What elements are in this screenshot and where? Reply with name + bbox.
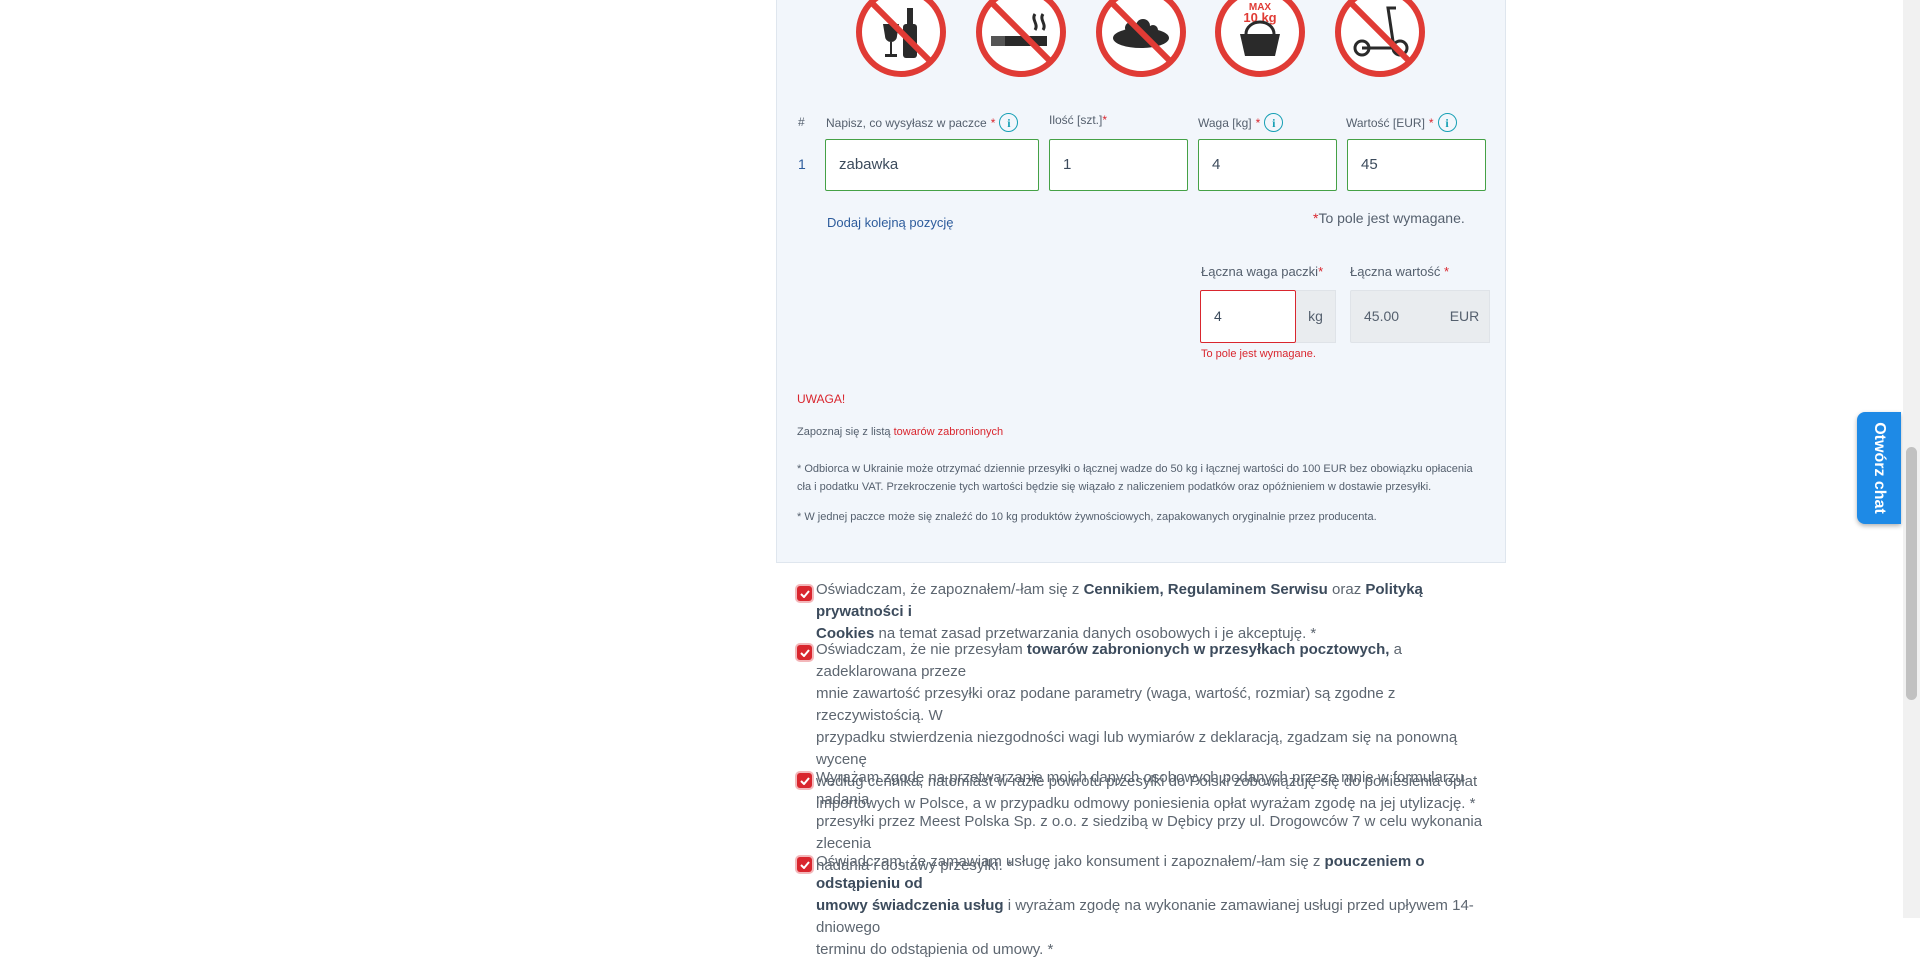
total-weight-input[interactable]: 4 (1200, 290, 1296, 343)
info-icon[interactable]: i (999, 113, 1019, 132)
service-agreement-link[interactable]: umowy świadczenia usług (816, 897, 1004, 914)
pricing-link[interactable]: Cennikiem (1084, 581, 1160, 598)
total-value-label: Łączna wartość * (1350, 264, 1450, 279)
open-chat-label: Otwórz chat (1871, 422, 1888, 514)
prohibited-goods-link[interactable]: towarów zabronionych (894, 426, 1003, 438)
food-max-weight-icon: MAX 10 kg (1215, 0, 1305, 77)
row-number-header: # (798, 115, 805, 129)
ukraine-limit-note: * Odbiorca w Ukrainie może otrzymać dzie… (797, 463, 1473, 493)
value-label: Wartość [EUR] * i (1346, 113, 1457, 132)
total-weight-label: Łączna waga paczki* (1201, 264, 1324, 279)
required-note: *To pole jest wymagane. (1313, 210, 1465, 226)
check-icon (799, 589, 810, 598)
value-input[interactable]: 45 (1347, 139, 1486, 191)
consent-terms-checkbox[interactable] (797, 586, 812, 601)
prohibited-goods-postal-link[interactable]: towarów zabronionych w przesyłkach poczt… (1027, 641, 1390, 658)
value-unit-addon: EUR (1440, 290, 1490, 343)
check-icon (799, 860, 810, 869)
weight-label: Waga [kg] * i (1198, 113, 1284, 132)
consent-withdrawal-text: Oświadczam, że zamawiam usługę jako kons… (816, 853, 1474, 958)
description-label: Napisz, co wysyłasz w paczce * i (826, 113, 1019, 132)
check-icon (799, 648, 810, 657)
weight-input[interactable]: 4 (1198, 139, 1337, 191)
total-weight-error: To pole jest wymagane. (1201, 348, 1316, 360)
regulations-link[interactable]: Regulaminem Serwisu (1168, 581, 1328, 598)
info-icon[interactable]: i (1437, 113, 1457, 132)
info-icon[interactable]: i (1264, 113, 1284, 132)
quantity-label: Ilość [szt.] * (1049, 113, 1108, 127)
description-input[interactable]: zabawka (825, 139, 1039, 191)
no-cigarettes-icon (976, 0, 1066, 77)
no-food-icon (1096, 0, 1186, 77)
total-value-input: 45.00 (1350, 290, 1440, 343)
consent-terms-text: Oświadczam, że zapoznałem/-łam się z Cen… (816, 581, 1423, 642)
consent-withdrawal-checkbox[interactable] (797, 857, 812, 872)
add-item-link[interactable]: Dodaj kolejną pozycję (827, 215, 953, 230)
no-alcohol-icon (856, 0, 946, 77)
quantity-input[interactable]: 1 (1049, 139, 1188, 191)
page-scrollbar-thumb[interactable] (1906, 447, 1917, 700)
weight-unit-addon: kg (1296, 290, 1336, 343)
open-chat-button[interactable]: Otwórz chat (1857, 412, 1901, 524)
no-scooter-icon (1335, 0, 1425, 77)
consent-data-processing-checkbox[interactable] (797, 773, 812, 788)
prohibited-goods-note: Zapoznaj się z listą towarów zabronionyc… (797, 426, 1004, 438)
warning-heading: UWAGA! (797, 392, 846, 406)
food-limit-note: * W jednej paczce może się znaleźć do 10… (797, 511, 1377, 523)
check-icon (799, 776, 810, 785)
consent-prohibited-goods-checkbox[interactable] (797, 645, 812, 660)
row-number: 1 (798, 156, 806, 172)
